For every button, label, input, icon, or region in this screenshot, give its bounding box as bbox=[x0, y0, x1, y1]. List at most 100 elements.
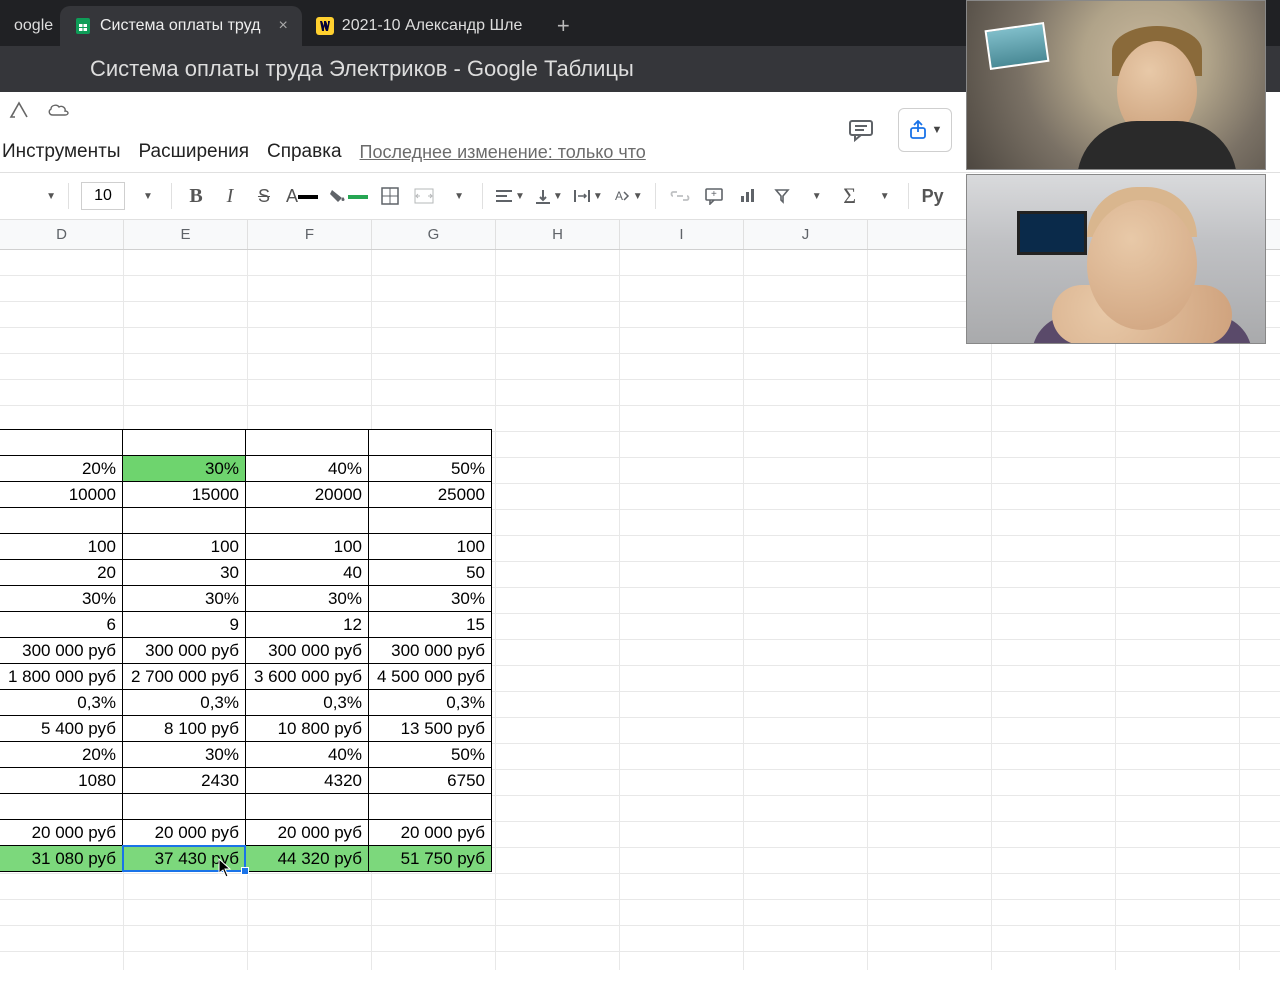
cell[interactable]: 30% bbox=[245, 585, 369, 612]
cell[interactable] bbox=[122, 507, 246, 534]
cell[interactable]: 10000 bbox=[0, 481, 123, 508]
new-tab-button[interactable]: + bbox=[548, 11, 578, 41]
cell[interactable]: 40% bbox=[245, 455, 369, 482]
cell[interactable] bbox=[245, 793, 369, 820]
filter-dropdown[interactable]: ▼ bbox=[800, 180, 832, 212]
cell[interactable]: 100 bbox=[368, 533, 492, 560]
cell[interactable]: 44 320 руб bbox=[245, 845, 369, 872]
cell[interactable]: 9 bbox=[122, 611, 246, 638]
cell[interactable]: 20% bbox=[0, 741, 123, 768]
cell[interactable]: 31 080 руб bbox=[0, 845, 123, 872]
filter-button[interactable] bbox=[766, 180, 798, 212]
insert-comment-button[interactable]: + bbox=[698, 180, 730, 212]
addon-button[interactable]: Pу bbox=[917, 180, 949, 212]
cell[interactable] bbox=[368, 793, 492, 820]
cell[interactable]: 4 500 000 руб bbox=[368, 663, 492, 690]
text-wrap-button[interactable]: ▼ bbox=[569, 180, 607, 212]
cell[interactable]: 15 bbox=[368, 611, 492, 638]
selection-handle[interactable] bbox=[241, 867, 249, 875]
functions-button[interactable]: Σ bbox=[834, 180, 866, 212]
insert-chart-button[interactable] bbox=[732, 180, 764, 212]
cell[interactable] bbox=[122, 429, 246, 456]
horizontal-align-button[interactable]: ▼ bbox=[491, 180, 529, 212]
cell[interactable] bbox=[245, 429, 369, 456]
cell[interactable] bbox=[368, 507, 492, 534]
vertical-align-button[interactable]: ▼ bbox=[531, 180, 567, 212]
cell[interactable]: 20000 bbox=[245, 481, 369, 508]
cell[interactable]: 37 430 руб bbox=[122, 845, 246, 872]
cell[interactable]: 0,3% bbox=[122, 689, 246, 716]
font-dropdown[interactable]: ▼ bbox=[0, 180, 60, 212]
cell[interactable] bbox=[0, 793, 123, 820]
cell[interactable]: 300 000 руб bbox=[0, 637, 123, 664]
font-size-input[interactable]: 10 bbox=[81, 182, 125, 210]
cell[interactable]: 40% bbox=[245, 741, 369, 768]
italic-button[interactable]: I bbox=[214, 180, 246, 212]
close-icon[interactable]: × bbox=[268, 17, 287, 35]
cell[interactable]: 0,3% bbox=[245, 689, 369, 716]
column-header[interactable]: I bbox=[620, 220, 744, 249]
last-edit-link[interactable]: Последнее изменение: только что bbox=[360, 142, 646, 163]
menu-extensions[interactable]: Расширения bbox=[138, 141, 249, 163]
browser-tab[interactable]: oogle bbox=[0, 6, 60, 46]
cell[interactable]: 300 000 руб bbox=[368, 637, 492, 664]
cell[interactable]: 20 000 руб bbox=[245, 819, 369, 846]
functions-dropdown[interactable]: ▼ bbox=[868, 180, 900, 212]
cell[interactable]: 30% bbox=[122, 455, 246, 482]
column-header[interactable]: G bbox=[372, 220, 496, 249]
browser-tab-active[interactable]: Система оплаты труд × bbox=[60, 6, 302, 46]
cell[interactable]: 8 100 руб bbox=[122, 715, 246, 742]
cloud-saved-icon[interactable] bbox=[46, 101, 72, 124]
cell[interactable]: 30% bbox=[122, 741, 246, 768]
column-header[interactable]: D bbox=[0, 220, 124, 249]
cell[interactable] bbox=[0, 507, 123, 534]
share-button[interactable]: ▼ bbox=[898, 108, 952, 152]
cell[interactable]: 50% bbox=[368, 741, 492, 768]
column-header[interactable]: H bbox=[496, 220, 620, 249]
cell[interactable]: 6 bbox=[0, 611, 123, 638]
cell[interactable]: 50 bbox=[368, 559, 492, 586]
drive-icon[interactable] bbox=[8, 100, 30, 125]
cell[interactable]: 30% bbox=[0, 585, 123, 612]
insert-link-button[interactable] bbox=[664, 180, 696, 212]
cell[interactable]: 100 bbox=[0, 533, 123, 560]
font-size-dropdown[interactable]: ▼ bbox=[131, 180, 163, 212]
menu-tools[interactable]: Инструменты bbox=[2, 141, 120, 163]
cell[interactable]: 30 bbox=[122, 559, 246, 586]
cell[interactable]: 2430 bbox=[122, 767, 246, 794]
cell[interactable]: 3 600 000 руб bbox=[245, 663, 369, 690]
borders-button[interactable] bbox=[374, 180, 406, 212]
merge-cells-button[interactable] bbox=[408, 180, 440, 212]
cell[interactable]: 2 700 000 руб bbox=[122, 663, 246, 690]
cell[interactable]: 5 400 руб bbox=[0, 715, 123, 742]
cell[interactable]: 0,3% bbox=[368, 689, 492, 716]
cell[interactable]: 51 750 руб bbox=[368, 845, 492, 872]
cell[interactable]: 6750 bbox=[368, 767, 492, 794]
cell[interactable] bbox=[0, 429, 123, 456]
merge-dropdown[interactable]: ▼ bbox=[442, 180, 474, 212]
cell[interactable]: 20 bbox=[0, 559, 123, 586]
cell[interactable]: 12 bbox=[245, 611, 369, 638]
spreadsheet-grid[interactable]: 20%30%40%50%1000015000200002500010010010… bbox=[0, 250, 1280, 970]
cell[interactable]: 1 800 000 руб bbox=[0, 663, 123, 690]
browser-tab[interactable]: 2021-10 Александр Шле bbox=[302, 6, 537, 46]
column-header[interactable]: J bbox=[744, 220, 868, 249]
cell[interactable]: 100 bbox=[122, 533, 246, 560]
cell[interactable]: 20% bbox=[0, 455, 123, 482]
bold-button[interactable]: B bbox=[180, 180, 212, 212]
fill-color-button[interactable] bbox=[324, 180, 372, 212]
cell[interactable]: 15000 bbox=[122, 481, 246, 508]
cell[interactable] bbox=[368, 429, 492, 456]
cell[interactable]: 30% bbox=[368, 585, 492, 612]
strikethrough-button[interactable]: S bbox=[248, 180, 280, 212]
text-rotation-button[interactable]: A ▼ bbox=[609, 180, 647, 212]
text-color-button[interactable]: A bbox=[282, 180, 322, 212]
cell[interactable] bbox=[122, 793, 246, 820]
column-header[interactable]: F bbox=[248, 220, 372, 249]
cell[interactable]: 300 000 руб bbox=[245, 637, 369, 664]
column-header[interactable]: E bbox=[124, 220, 248, 249]
cell[interactable]: 30% bbox=[122, 585, 246, 612]
cell[interactable]: 4320 bbox=[245, 767, 369, 794]
cell[interactable]: 50% bbox=[368, 455, 492, 482]
cell[interactable]: 13 500 руб bbox=[368, 715, 492, 742]
